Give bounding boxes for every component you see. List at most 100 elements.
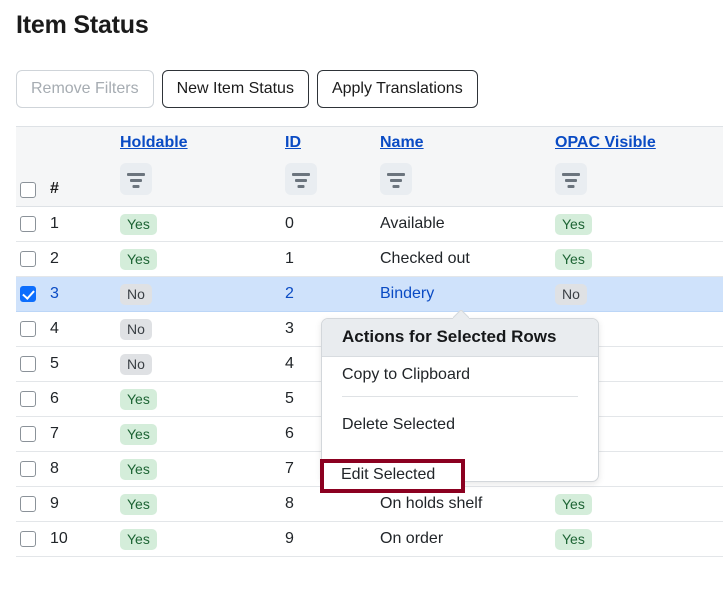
holdable-badge: No [120,319,152,340]
holdable-cell: No [120,312,285,347]
row-select-cell [16,452,50,487]
opac-visible-cell: Yes [555,522,723,557]
row-checkbox[interactable] [20,321,36,337]
row-number-cell: 7 [50,417,120,452]
menu-item-delete-selected[interactable]: Delete Selected [322,407,598,444]
row-number-cell: 3 [50,277,120,312]
row-number-cell: 5 [50,347,120,382]
row-checkbox[interactable] [20,461,36,477]
row-number-cell: 10 [50,522,120,557]
table-row[interactable]: 9Yes8On holds shelfYes [16,487,723,522]
column-header-id: ID [285,127,380,207]
page-title: Item Status [16,11,149,40]
item-status-page: Item Status Remove Filters New Item Stat… [0,0,723,595]
holdable-badge: Yes [120,529,157,550]
row-checkbox[interactable] [20,286,36,302]
holdable-cell: No [120,347,285,382]
name-cell: Available [380,207,555,242]
menu-item-copy-to-clipboard[interactable]: Copy to Clipboard [322,357,598,394]
column-header-opac-visible: OPAC Visible [555,127,723,207]
row-checkbox[interactable] [20,531,36,547]
row-checkbox[interactable] [20,496,36,512]
row-checkbox[interactable] [20,251,36,267]
filter-icon[interactable] [285,163,317,195]
name-cell: On holds shelf [380,487,555,522]
row-select-cell [16,277,50,312]
sort-link-holdable[interactable]: Holdable [120,134,188,152]
select-all-header [16,127,50,207]
holdable-badge: Yes [120,459,157,480]
opac-visible-badge: Yes [555,249,592,270]
holdable-badge: Yes [120,494,157,515]
table-row[interactable]: 1Yes0AvailableYes [16,207,723,242]
holdable-cell: Yes [120,417,285,452]
new-item-status-button[interactable]: New Item Status [162,70,309,108]
row-select-cell [16,312,50,347]
id-cell: 9 [285,522,380,557]
row-select-cell [16,417,50,452]
row-number-cell: 4 [50,312,120,347]
row-checkbox[interactable] [20,216,36,232]
opac-visible-badge: No [555,284,587,305]
sort-link-name[interactable]: Name [380,134,424,152]
row-select-cell [16,382,50,417]
id-cell: 1 [285,242,380,277]
holdable-cell: Yes [120,382,285,417]
row-number-header: # [50,127,120,207]
apply-translations-button[interactable]: Apply Translations [317,70,478,108]
opac-visible-badge: Yes [555,494,592,515]
holdable-badge: Yes [120,424,157,445]
column-header-name: Name [380,127,555,207]
table-row[interactable]: 10Yes9On orderYes [16,522,723,557]
context-menu-title: Actions for Selected Rows [322,319,598,357]
opac-visible-cell: No [555,277,723,312]
row-checkbox[interactable] [20,426,36,442]
table-row[interactable]: 3No2BinderyNo [16,277,723,312]
holdable-badge: Yes [120,249,157,270]
row-select-cell [16,522,50,557]
holdable-badge: No [120,284,152,305]
holdable-cell: No [120,277,285,312]
holdable-badge: Yes [120,214,157,235]
caret-up-icon [453,310,469,319]
sort-link-id[interactable]: ID [285,134,301,152]
holdable-cell: Yes [120,207,285,242]
sort-link-opac-visible[interactable]: OPAC Visible [555,134,656,152]
row-checkbox[interactable] [20,356,36,372]
menu-divider [342,396,578,397]
actions-context-menu: Actions for Selected Rows Copy to Clipbo… [321,318,599,482]
opac-visible-badge: Yes [555,529,592,550]
filter-icon[interactable] [120,163,152,195]
row-number-cell: 8 [50,452,120,487]
select-all-checkbox[interactable] [20,182,36,198]
holdable-badge: No [120,354,152,375]
row-number-cell: 6 [50,382,120,417]
remove-filters-button[interactable]: Remove Filters [16,70,154,108]
holdable-cell: Yes [120,452,285,487]
holdable-cell: Yes [120,522,285,557]
row-select-cell [16,347,50,382]
menu-item-edit-selected[interactable]: Edit Selected [341,466,435,484]
row-number-cell: 2 [50,242,120,277]
holdable-badge: Yes [120,389,157,410]
row-select-cell [16,242,50,277]
row-number-cell: 1 [50,207,120,242]
row-checkbox[interactable] [20,391,36,407]
id-cell: 0 [285,207,380,242]
row-number-cell: 9 [50,487,120,522]
holdable-cell: Yes [120,242,285,277]
opac-visible-cell: Yes [555,487,723,522]
opac-visible-badge: Yes [555,214,592,235]
table-row[interactable]: 2Yes1Checked outYes [16,242,723,277]
toolbar: Remove Filters New Item Status Apply Tra… [16,70,478,108]
filter-icon[interactable] [555,163,587,195]
row-number-label: # [50,180,59,198]
filter-icon[interactable] [380,163,412,195]
name-cell: Checked out [380,242,555,277]
holdable-cell: Yes [120,487,285,522]
row-select-cell [16,487,50,522]
opac-visible-cell: Yes [555,242,723,277]
opac-visible-cell: Yes [555,207,723,242]
id-cell: 8 [285,487,380,522]
table-head: # Holdable ID [16,127,723,207]
